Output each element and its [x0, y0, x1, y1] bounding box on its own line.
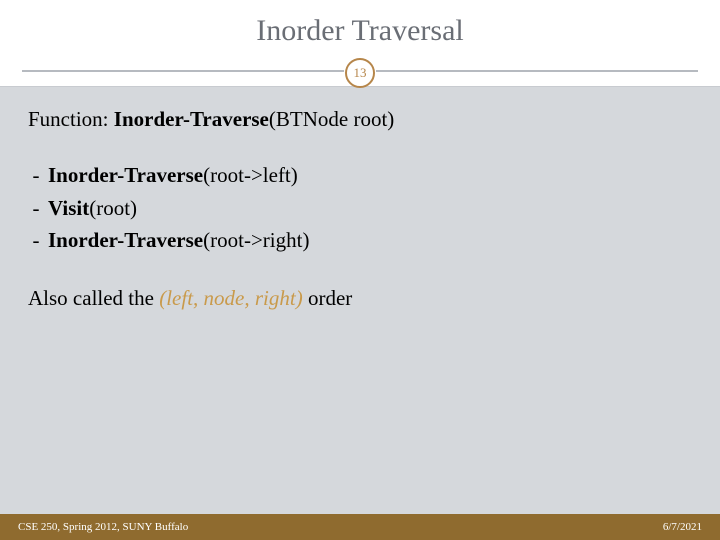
step-bold: Visit	[48, 196, 89, 220]
dash-bullet: -	[28, 194, 44, 222]
steps-list: - Inorder-Traverse(root->left) - Visit(r…	[28, 161, 692, 254]
step-bold: Inorder-Traverse	[48, 228, 203, 252]
divider-row: 13	[0, 56, 720, 87]
footer-course: CSE 250, Spring 2012, SUNY Buffalo	[18, 521, 188, 533]
also-called-line: Also called the (left, node, right) orde…	[28, 284, 692, 312]
list-item: - Inorder-Traverse(root->left)	[28, 161, 692, 189]
function-label: Function:	[28, 107, 114, 131]
list-item: - Inorder-Traverse(root->right)	[28, 226, 692, 254]
function-args: (BTNode root)	[269, 107, 394, 131]
footer-date: 6/7/2021	[663, 521, 702, 533]
step-text: Visit(root)	[48, 194, 137, 222]
slide-title: Inorder Traversal	[0, 14, 720, 48]
slide: Inorder Traversal 13 Function: Inorder-T…	[0, 0, 720, 540]
content-area: Function: Inorder-Traverse(BTNode root) …	[0, 87, 720, 313]
step-text: Inorder-Traverse(root->right)	[48, 226, 309, 254]
function-signature: Function: Inorder-Traverse(BTNode root)	[28, 105, 692, 133]
list-item: - Visit(root)	[28, 194, 692, 222]
page-number-ring: 13	[345, 58, 375, 88]
step-rest: (root)	[89, 196, 137, 220]
dash-bullet: -	[28, 161, 44, 189]
footer-bar: CSE 250, Spring 2012, SUNY Buffalo 6/7/2…	[0, 514, 720, 540]
also-emph: (left, node, right)	[159, 286, 302, 310]
also-pre: Also called the	[28, 286, 159, 310]
step-bold: Inorder-Traverse	[48, 163, 203, 187]
step-rest: (root->right)	[203, 228, 309, 252]
also-post: order	[303, 286, 353, 310]
step-text: Inorder-Traverse(root->left)	[48, 161, 298, 189]
title-area: Inorder Traversal	[0, 0, 720, 56]
step-rest: (root->left)	[203, 163, 298, 187]
function-name: Inorder-Traverse	[114, 107, 269, 131]
dash-bullet: -	[28, 226, 44, 254]
